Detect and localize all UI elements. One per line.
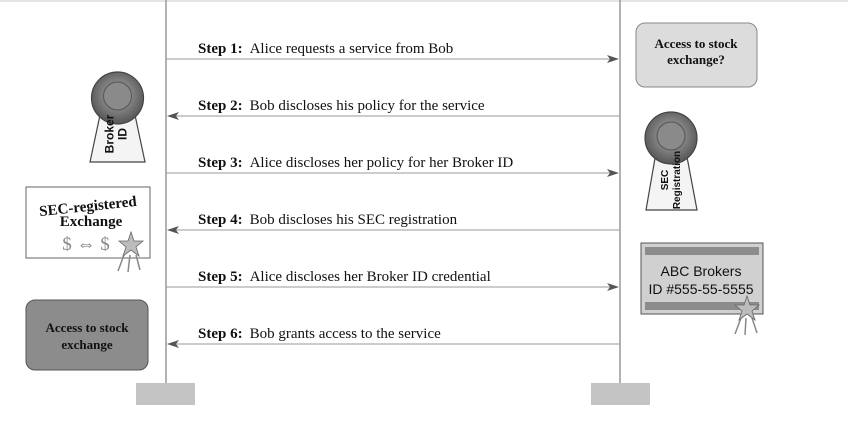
broker-card-line2: ID #555-55-5555 [648, 281, 753, 297]
sec-exchange-card: SEC-registered Exchange $ ⇔ $ [25, 186, 151, 273]
step-1-label: Step 1: Alice requests a service from Bob [198, 41, 453, 57]
sec-lock-line2: Registration [672, 151, 683, 209]
step-6-label: Step 6: Bob grants access to the service [198, 326, 441, 342]
step-4-label: Step 4: Bob discloses his SEC registratio… [198, 212, 458, 228]
alice-lifeline-base [136, 383, 195, 405]
alice-grant-box: Access to stock exchange [25, 299, 149, 371]
trust-negotiation-diagram: Step 1: Alice requests a service from Bob… [0, 0, 848, 405]
alice-grant-line1: Access to stock [45, 320, 129, 335]
sec-registration-lock-icon: SEC Registration [644, 111, 698, 211]
sec-exchange-line2: Exchange [60, 214, 123, 230]
broker-id-lock-icon: Broker ID [89, 71, 146, 163]
sec-lock-line1: SEC [660, 170, 671, 191]
bob-request-line2: exchange? [667, 52, 725, 67]
bob-request-box: Access to stock exchange? [635, 22, 758, 88]
alice-grant-line2: exchange [61, 337, 113, 352]
bob-request-line1: Access to stock [654, 36, 738, 51]
broker-lock-line1: Broker [103, 114, 117, 153]
step-2-label: Step 2: Bob discloses his policy for the … [198, 98, 485, 114]
broker-lock-line2: ID [116, 128, 130, 140]
step-5-label: Step 5: Alice discloses her Broker ID cre… [198, 269, 491, 285]
broker-card-line1: ABC Brokers [661, 263, 742, 279]
bob-lifeline-base [591, 383, 650, 405]
broker-id-card: ABC Brokers ID #555-55-5555 [640, 242, 764, 336]
step-3-label: Step 3: Alice discloses her policy for he… [198, 155, 513, 171]
sec-exchange-symbol: $ ⇔ $ [62, 234, 110, 255]
